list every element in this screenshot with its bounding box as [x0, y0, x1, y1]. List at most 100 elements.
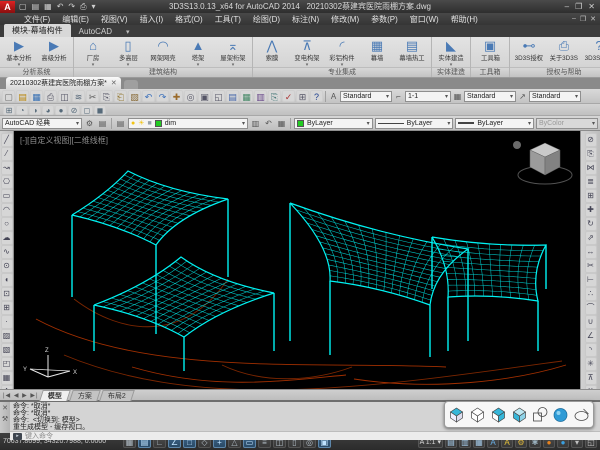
qat-customize-caret-icon[interactable]: ▾ [90, 2, 98, 11]
ribbon-tab-AutoCAD[interactable]: AutoCAD [71, 26, 120, 37]
ribbon-button-幕墙[interactable]: ▦幕墙 [360, 38, 394, 63]
lineweight-combo[interactable]: ByLayer▾ [455, 118, 534, 129]
plot-icon[interactable]: ⎙ [44, 90, 57, 102]
circle-icon[interactable]: ○ [1, 217, 13, 231]
ribbon-button-幕墙热工[interactable]: ▤幕墙热工 [395, 38, 429, 63]
restore-icon[interactable]: ❐ [575, 2, 582, 11]
xline-icon[interactable]: ⁄ [1, 147, 13, 161]
layer-isolate-icon[interactable]: ▦ [276, 119, 287, 128]
doc-close-icon[interactable]: ✕ [590, 15, 596, 23]
mleaderstyle-combo[interactable]: Standard▾ [529, 91, 581, 102]
ribbon-button-基本分析[interactable]: ▶基本分析▾ [2, 38, 36, 67]
help-icon[interactable]: ? [310, 90, 323, 102]
move-icon[interactable]: ✚ [585, 203, 597, 217]
dimstyle-combo[interactable]: 1-1▾ [405, 91, 451, 102]
layout-nav-arrows[interactable]: |◀ ◀ ▶ ▶| [3, 392, 39, 399]
paste-icon[interactable]: ⎗ [114, 90, 127, 102]
menu-O[interactable]: 格式(O) [169, 14, 209, 25]
vs-2d-wireframe-icon[interactable] [447, 405, 466, 425]
viewports-icon[interactable]: ⊞ [3, 105, 15, 115]
gradient-icon[interactable]: ▧ [1, 343, 13, 357]
insert-block-icon[interactable]: ⊡ [1, 287, 13, 301]
qat-save-icon[interactable]: ▦ [42, 2, 54, 11]
qat-redo-icon[interactable]: ↷ [66, 2, 77, 11]
redo-icon[interactable]: ↷ [156, 90, 169, 102]
qat-open-icon[interactable]: ▤ [30, 2, 42, 11]
chamfer-icon[interactable]: ∠ [585, 329, 597, 343]
hatch-icon[interactable]: ▨ [1, 329, 13, 343]
make-object-layer-icon[interactable]: ▥ [250, 119, 261, 128]
file-tab-close-icon[interactable]: ✕ [111, 79, 117, 87]
open-icon[interactable]: ▤ [16, 90, 29, 102]
layout-tab-模型[interactable]: 模型 [39, 390, 71, 401]
revcloud-icon[interactable]: ☁ [1, 231, 13, 245]
menu-T[interactable]: 工具(T) [209, 14, 247, 25]
ribbon-button-关于3D3S[interactable]: ⎙关于3D3S [547, 38, 581, 63]
ribbon-button-厂房[interactable]: ⌂厂房▾ [76, 38, 110, 67]
erase-icon[interactable]: ⊘ [585, 133, 597, 147]
visual-style-box-icon[interactable]: ◻ [81, 105, 93, 115]
ribbon-tab-模块-幕墙构件[interactable]: 模块-幕墙构件 [4, 24, 71, 37]
bring-to-front-icon[interactable]: ⊼ [585, 371, 597, 385]
qat-new-icon[interactable]: ▢ [17, 2, 29, 11]
sun-icon[interactable]: ☀ [138, 119, 144, 127]
properties-icon[interactable]: ▤ [226, 90, 239, 102]
sheetset-icon[interactable]: ⎘ [268, 90, 281, 102]
menu-N[interactable]: 标注(N) [286, 14, 325, 25]
walk-icon[interactable]: ● [55, 105, 67, 115]
layer-previous-icon[interactable]: ↶ [263, 119, 274, 128]
make-block-icon[interactable]: ⊞ [1, 301, 13, 315]
copy-object-icon[interactable]: ⎘ [585, 147, 597, 161]
ribbon-button-彩铝构件[interactable]: ◜彩铝构件▾ [325, 38, 359, 67]
menu-I[interactable]: 插入(I) [134, 14, 170, 25]
point-icon[interactable]: · [1, 315, 13, 329]
ellipse-icon[interactable]: ⊙ [1, 259, 13, 273]
vs-realistic-icon[interactable] [551, 405, 570, 425]
ribbon-button-高级分析[interactable]: ▶高级分析 [37, 38, 71, 63]
mirror-icon[interactable]: ⋈ [585, 161, 597, 175]
ribbon-button-3D3S帮助[interactable]: ?3D3S帮助 [582, 38, 600, 63]
ribbon-button-屋架桁架[interactable]: ⌅屋架桁架▾ [216, 38, 250, 67]
vs-wireframe-icon[interactable] [468, 405, 487, 425]
workspace-settings-icon[interactable]: ⚙ [84, 119, 95, 128]
designcenter-icon[interactable]: ▦ [240, 90, 253, 102]
new-icon[interactable]: ▢ [2, 90, 15, 102]
lock-icon[interactable]: ■ [148, 120, 152, 127]
file-tab[interactable]: 20210302蔡建宾医院雨棚方案*✕ [6, 77, 121, 89]
bulb-icon[interactable]: ● [131, 120, 135, 127]
extend-icon[interactable]: ⊢ [585, 273, 597, 287]
close-icon[interactable]: ✕ [588, 2, 595, 11]
join-icon[interactable]: ∪ [585, 315, 597, 329]
minimize-icon[interactable]: – [565, 2, 569, 11]
layout-tab-方案[interactable]: 方案 [69, 390, 101, 401]
save-icon[interactable]: ▦ [30, 90, 43, 102]
menu-V[interactable]: 视图(V) [95, 14, 134, 25]
3d-views-icon[interactable]: ◑ [29, 105, 41, 115]
break-icon[interactable]: ⌒ [585, 301, 597, 315]
spline-icon[interactable]: ∿ [1, 245, 13, 259]
doc-restore-icon[interactable]: ❐ [580, 15, 586, 23]
menu-P[interactable]: 参数(P) [365, 14, 404, 25]
pan-icon[interactable]: ✚ [170, 90, 183, 102]
layer-combo[interactable]: ● ☀ ■ dim ▾ [128, 118, 248, 129]
render-icon[interactable]: ◼ [94, 105, 106, 115]
scale-icon[interactable]: ⇗ [585, 231, 597, 245]
command-input[interactable]: ▸ 键入命令 [10, 431, 600, 440]
ribbon-button-实体建造[interactable]: ◣实体建造▾ [434, 38, 468, 67]
vs-shaded-edges-icon[interactable] [530, 405, 549, 425]
layer-properties-icon[interactable]: ▤ [115, 119, 126, 128]
customize-wrench-icon[interactable]: ⚒ [2, 415, 8, 423]
workspace-save-icon[interactable]: ▤ [97, 119, 108, 128]
ribbon-button-3D3S授权[interactable]: ⊷3D3S授权 [512, 38, 546, 63]
menu-W[interactable]: 窗口(W) [404, 14, 445, 25]
text-style-combo[interactable]: Standard▾ [340, 91, 392, 102]
rectangle-icon[interactable]: ▭ [1, 189, 13, 203]
ribbon-button-变电构架[interactable]: ⊼变电构架▾ [290, 38, 324, 67]
vs-sketchy-icon[interactable] [572, 405, 591, 425]
menu-E[interactable]: 编辑(E) [56, 14, 95, 25]
tablestyle-combo[interactable]: Standard▾ [464, 91, 516, 102]
matchprop-icon[interactable]: ▨ [128, 90, 141, 102]
ellipse-arc-icon[interactable]: ◖ [1, 273, 13, 287]
table-icon[interactable]: ▦ [1, 371, 13, 385]
polygon-icon[interactable]: ⎔ [1, 175, 13, 189]
